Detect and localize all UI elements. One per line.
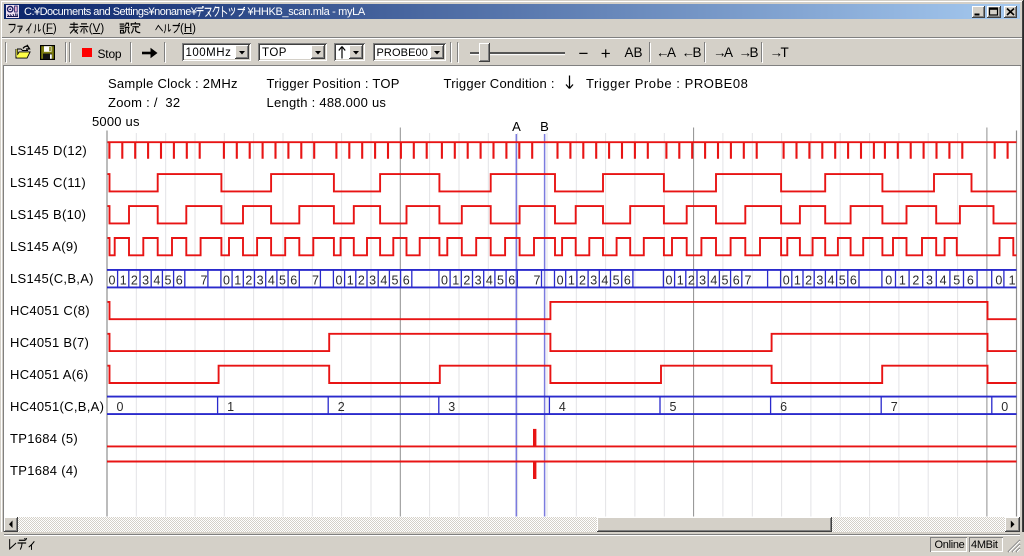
svg-text:6: 6 <box>403 273 410 287</box>
svg-text:7: 7 <box>891 400 898 414</box>
svg-text:3: 3 <box>369 273 376 287</box>
svg-text:3: 3 <box>816 273 823 287</box>
svg-text:0: 0 <box>783 273 790 287</box>
svg-text:7: 7 <box>312 273 319 287</box>
svg-text:6: 6 <box>624 273 631 287</box>
svg-text:0: 0 <box>441 273 448 287</box>
svg-text:3: 3 <box>142 273 149 287</box>
svg-text:1: 1 <box>794 273 801 287</box>
svg-text:2: 2 <box>463 273 470 287</box>
svg-text:0: 0 <box>666 273 673 287</box>
svg-text:4: 4 <box>486 273 493 287</box>
svg-text:1: 1 <box>677 273 684 287</box>
svg-text:6: 6 <box>780 400 787 414</box>
svg-text:3: 3 <box>257 273 264 287</box>
svg-text:6: 6 <box>850 273 857 287</box>
svg-text:6: 6 <box>508 273 515 287</box>
svg-text:2: 2 <box>805 273 812 287</box>
svg-text:1: 1 <box>899 273 906 287</box>
svg-text:3: 3 <box>926 273 933 287</box>
svg-text:3: 3 <box>699 273 706 287</box>
svg-text:1: 1 <box>568 273 575 287</box>
svg-text:5: 5 <box>839 273 846 287</box>
svg-text:5: 5 <box>165 273 172 287</box>
svg-text:5: 5 <box>279 273 286 287</box>
svg-text:0: 0 <box>885 273 892 287</box>
svg-text:0: 0 <box>995 273 1002 287</box>
svg-text:4: 4 <box>268 273 275 287</box>
svg-text:6: 6 <box>967 273 974 287</box>
svg-text:4: 4 <box>828 273 835 287</box>
svg-text:2: 2 <box>338 400 345 414</box>
svg-text:5: 5 <box>722 273 729 287</box>
svg-text:7: 7 <box>201 273 208 287</box>
svg-text:7: 7 <box>745 273 752 287</box>
svg-text:1: 1 <box>227 400 234 414</box>
svg-text:2: 2 <box>912 273 919 287</box>
svg-text:0: 0 <box>336 273 343 287</box>
svg-text:4: 4 <box>559 400 566 414</box>
svg-text:4: 4 <box>380 273 387 287</box>
svg-text:1: 1 <box>452 273 459 287</box>
svg-text:4: 4 <box>710 273 717 287</box>
svg-text:2: 2 <box>688 273 695 287</box>
svg-text:2: 2 <box>131 273 138 287</box>
svg-text:2: 2 <box>245 273 252 287</box>
svg-text:1: 1 <box>234 273 241 287</box>
svg-text:6: 6 <box>176 273 183 287</box>
svg-text:5: 5 <box>392 273 399 287</box>
svg-text:4: 4 <box>940 273 947 287</box>
svg-text:2: 2 <box>358 273 365 287</box>
svg-text:5: 5 <box>613 273 620 287</box>
svg-text:1: 1 <box>347 273 354 287</box>
svg-text:0: 0 <box>557 273 564 287</box>
svg-text:3: 3 <box>448 400 455 414</box>
svg-text:6: 6 <box>290 273 297 287</box>
svg-text:0: 0 <box>223 273 230 287</box>
svg-text:5: 5 <box>670 400 677 414</box>
svg-text:4: 4 <box>153 273 160 287</box>
svg-text:0: 0 <box>109 273 116 287</box>
svg-text:1: 1 <box>120 273 127 287</box>
svg-text:6: 6 <box>733 273 740 287</box>
svg-text:5: 5 <box>497 273 504 287</box>
svg-text:2: 2 <box>579 273 586 287</box>
svg-text:0: 0 <box>117 400 124 414</box>
svg-text:0: 0 <box>1001 400 1008 414</box>
svg-text:3: 3 <box>590 273 597 287</box>
svg-text:7: 7 <box>534 273 541 287</box>
svg-text:3: 3 <box>475 273 482 287</box>
svg-text:1: 1 <box>1009 273 1016 287</box>
svg-text:5: 5 <box>953 273 960 287</box>
svg-text:4: 4 <box>601 273 608 287</box>
